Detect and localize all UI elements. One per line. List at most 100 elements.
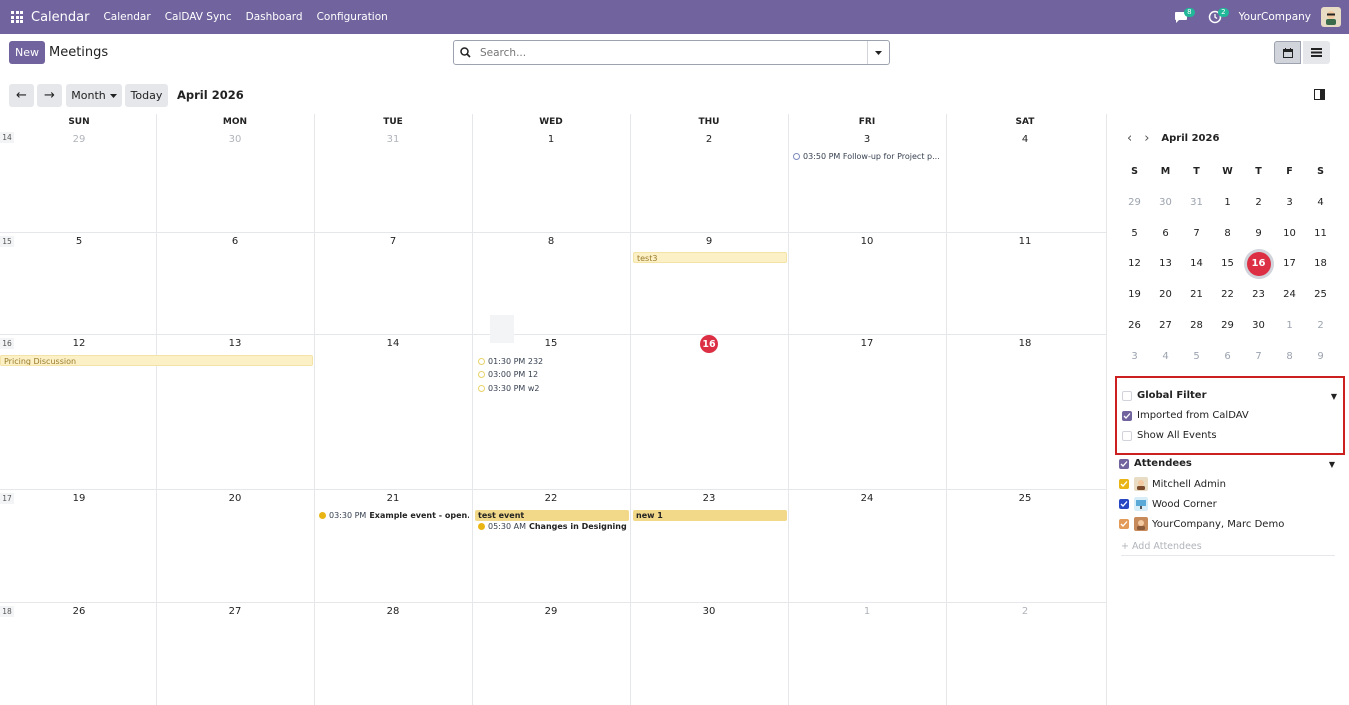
- mini-day[interactable]: 2: [1305, 310, 1336, 341]
- add-attendees-input[interactable]: + Add Attendees: [1121, 541, 1335, 556]
- mini-day[interactable]: 6: [1212, 341, 1243, 372]
- search-options-toggle[interactable]: [867, 41, 889, 64]
- day-number[interactable]: 4: [946, 134, 1104, 145]
- chat-icon[interactable]: 8: [1171, 7, 1195, 27]
- next-period-button[interactable]: →: [37, 84, 62, 107]
- mini-day[interactable]: 7: [1243, 341, 1274, 372]
- mini-day[interactable]: 24: [1274, 279, 1305, 310]
- mini-day[interactable]: 10: [1274, 218, 1305, 249]
- mini-prev-icon[interactable]: ‹: [1127, 131, 1132, 146]
- mini-day[interactable]: 22: [1212, 279, 1243, 310]
- day-number[interactable]: 30: [156, 134, 314, 145]
- day-number[interactable]: 25: [946, 493, 1104, 504]
- filter-imported-caldav[interactable]: Imported from CalDAV: [1122, 410, 1249, 421]
- menu-dashboard[interactable]: Dashboard: [246, 11, 303, 23]
- mini-day[interactable]: 4: [1305, 187, 1336, 218]
- search-bar[interactable]: [453, 40, 890, 65]
- event-w2[interactable]: 03:30 PM w2: [478, 384, 628, 393]
- day-number[interactable]: 8: [472, 236, 630, 247]
- event-new-1[interactable]: new 1: [633, 510, 787, 521]
- day-number[interactable]: 23: [630, 493, 788, 504]
- event-232[interactable]: 01:30 PM 232: [478, 357, 628, 366]
- mini-day[interactable]: 1: [1212, 187, 1243, 218]
- day-number[interactable]: 22: [472, 493, 630, 504]
- filter-show-all-events[interactable]: Show All Events: [1122, 430, 1217, 441]
- day-number[interactable]: 9: [630, 236, 788, 247]
- mini-day[interactable]: 25: [1305, 279, 1336, 310]
- day-number[interactable]: 6: [156, 236, 314, 247]
- menu-configuration[interactable]: Configuration: [317, 11, 388, 23]
- day-number[interactable]: 11: [946, 236, 1104, 247]
- day-number[interactable]: 5: [0, 236, 158, 247]
- global-filter-header[interactable]: Global Filter: [1122, 390, 1207, 401]
- event-pricing-discussion[interactable]: Pricing Discussion: [0, 355, 313, 366]
- show-all-events-checkbox[interactable]: [1122, 430, 1132, 441]
- day-number[interactable]: 20: [156, 493, 314, 504]
- event-changes-designing[interactable]: 05:30 AM Changes in Designing: [478, 522, 628, 531]
- day-number[interactable]: 30: [630, 606, 788, 617]
- attendee-checkbox[interactable]: [1119, 499, 1129, 509]
- caret-down-icon[interactable]: ▼: [1329, 460, 1335, 469]
- mini-day[interactable]: 5: [1119, 218, 1150, 249]
- mini-day[interactable]: 3: [1119, 341, 1150, 372]
- event-example[interactable]: 03:30 PM Example event - open...: [319, 511, 469, 520]
- mini-day[interactable]: 26: [1119, 310, 1150, 341]
- attendees-header[interactable]: Attendees: [1119, 458, 1192, 469]
- mini-day[interactable]: 2: [1243, 187, 1274, 218]
- attendee-wood-corner[interactable]: Wood Corner: [1119, 497, 1217, 511]
- mini-day[interactable]: 31: [1181, 187, 1212, 218]
- day-number[interactable]: 2: [630, 134, 788, 145]
- day-number[interactable]: 26: [0, 606, 158, 617]
- mini-next-icon[interactable]: ›: [1144, 131, 1149, 146]
- list-view-button[interactable]: [1303, 41, 1330, 64]
- mini-day[interactable]: 30: [1150, 187, 1181, 218]
- imported-caldav-checkbox[interactable]: [1122, 410, 1132, 421]
- search-input[interactable]: [480, 46, 867, 59]
- day-number[interactable]: 24: [788, 493, 946, 504]
- day-number[interactable]: 18: [946, 338, 1104, 349]
- day-number[interactable]: 19: [0, 493, 158, 504]
- today-button[interactable]: Today: [125, 84, 168, 107]
- day-number[interactable]: 17: [788, 338, 946, 349]
- attendee-checkbox[interactable]: [1119, 519, 1129, 529]
- menu-caldav-sync[interactable]: CalDAV Sync: [165, 11, 232, 23]
- mini-day[interactable]: 7: [1181, 218, 1212, 249]
- mini-day[interactable]: 30: [1243, 310, 1274, 341]
- today-day-number[interactable]: 16: [700, 335, 718, 353]
- mini-day[interactable]: 9: [1305, 341, 1336, 372]
- mini-day[interactable]: 20: [1150, 279, 1181, 310]
- day-number[interactable]: 29: [472, 606, 630, 617]
- mini-day[interactable]: 12: [1119, 248, 1150, 279]
- attendee-marc-demo[interactable]: YourCompany, Marc Demo: [1119, 517, 1284, 531]
- sidebar-toggle-icon[interactable]: [1314, 89, 1325, 100]
- scale-dropdown[interactable]: Month: [66, 84, 122, 107]
- mini-day[interactable]: 28: [1181, 310, 1212, 341]
- attendee-mitchell-admin[interactable]: Mitchell Admin: [1119, 477, 1226, 491]
- mini-day[interactable]: 14: [1181, 248, 1212, 279]
- activity-clock-icon[interactable]: 2: [1205, 7, 1229, 27]
- mini-day[interactable]: 5: [1181, 341, 1212, 372]
- mini-day[interactable]: 8: [1274, 341, 1305, 372]
- caret-down-icon[interactable]: ▼: [1331, 392, 1337, 401]
- new-button[interactable]: New: [9, 41, 45, 64]
- mini-day[interactable]: 21: [1181, 279, 1212, 310]
- mini-day[interactable]: 29: [1212, 310, 1243, 341]
- mini-day[interactable]: 11: [1305, 218, 1336, 249]
- day-number[interactable]: 27: [156, 606, 314, 617]
- day-number[interactable]: 13: [156, 338, 314, 349]
- mini-day[interactable]: 4: [1150, 341, 1181, 372]
- day-number[interactable]: 14: [314, 338, 472, 349]
- mini-day[interactable]: 13: [1150, 248, 1181, 279]
- user-avatar[interactable]: [1321, 7, 1341, 27]
- mini-day[interactable]: 15: [1212, 248, 1243, 279]
- day-number[interactable]: 1: [472, 134, 630, 145]
- event-12[interactable]: 03:00 PM 12: [478, 370, 628, 379]
- event-followup[interactable]: 03:50 PM Follow-up for Project p...: [793, 152, 943, 161]
- mini-day[interactable]: 9: [1243, 218, 1274, 249]
- day-number[interactable]: 2: [946, 606, 1104, 617]
- mini-day[interactable]: 27: [1150, 310, 1181, 341]
- day-number[interactable]: 31: [314, 134, 472, 145]
- day-number[interactable]: 1: [788, 606, 946, 617]
- mini-day[interactable]: 6: [1150, 218, 1181, 249]
- day-number[interactable]: 7: [314, 236, 472, 247]
